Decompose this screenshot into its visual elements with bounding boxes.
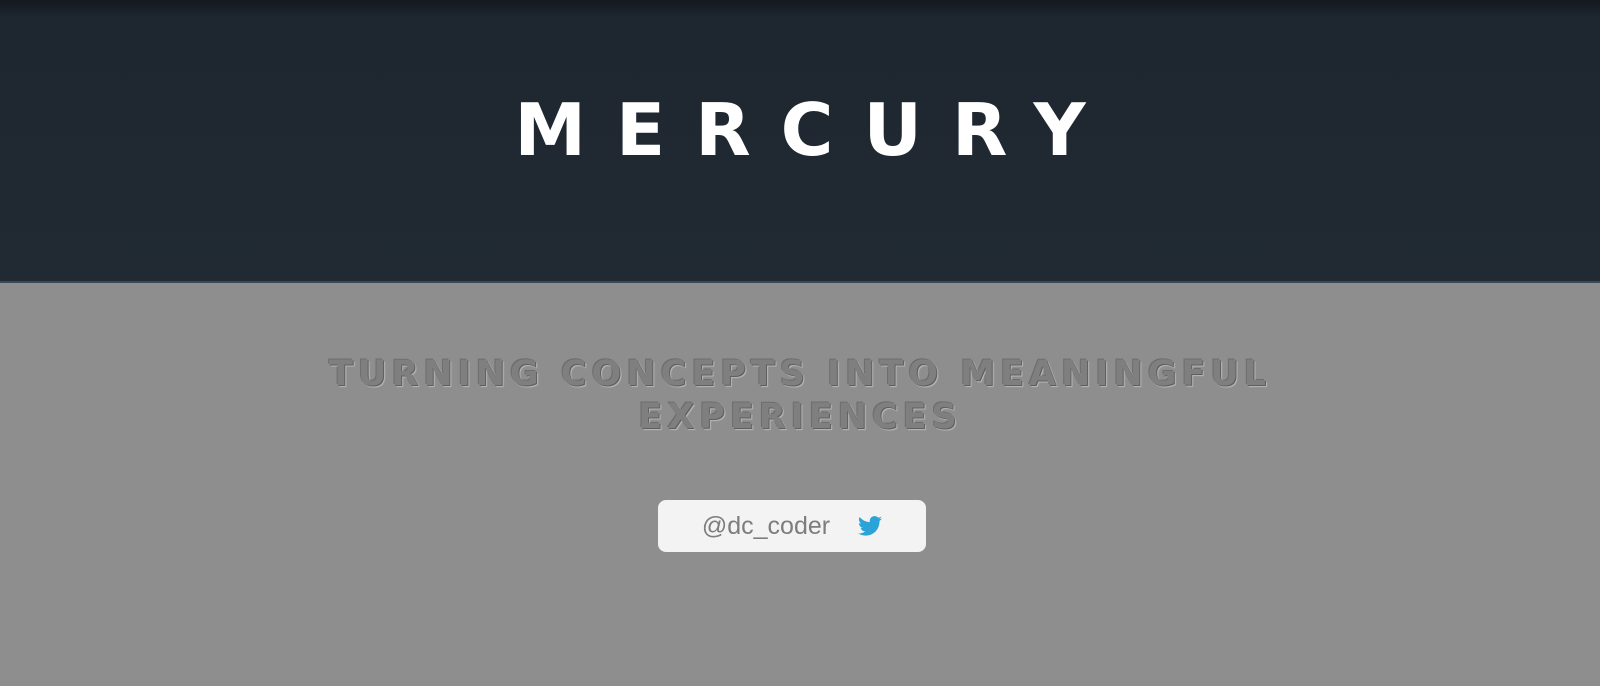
twitter-bird-icon bbox=[858, 516, 883, 536]
site-title: MERCURY bbox=[514, 88, 1116, 172]
main-content: TURNING CONCEPTS INTO MEANINGFUL EXPERIE… bbox=[0, 283, 1600, 686]
site-header: MERCURY bbox=[0, 0, 1600, 283]
twitter-handle: @dc_coder bbox=[701, 511, 831, 540]
twitter-button[interactable]: @dc_coder bbox=[658, 500, 926, 552]
tagline: TURNING CONCEPTS INTO MEANINGFUL EXPERIE… bbox=[329, 354, 1271, 437]
